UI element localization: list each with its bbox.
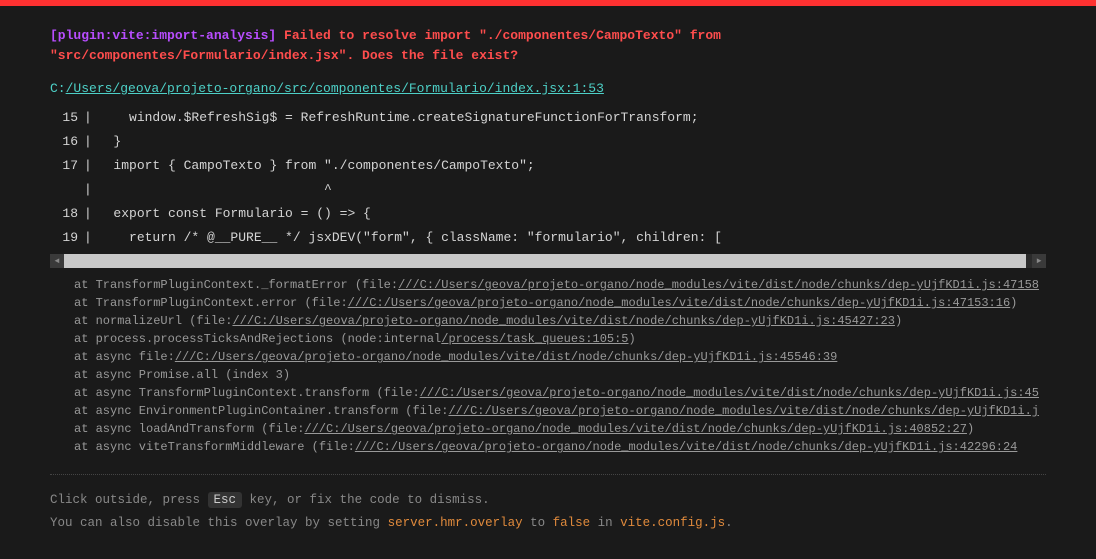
scroll-right-icon[interactable]: ► bbox=[1032, 254, 1046, 268]
stack-trace: at TransformPluginContext._formatError (… bbox=[50, 276, 1046, 456]
code-line: 18| export const Formulario = () => { bbox=[50, 202, 1046, 226]
code-line: 16| } bbox=[50, 130, 1046, 154]
scroll-left-icon[interactable]: ◄ bbox=[50, 254, 64, 268]
horizontal-scrollbar[interactable]: ◄ ► bbox=[50, 254, 1046, 268]
dismiss-hint: Click outside, press Esc key, or fix the… bbox=[50, 489, 1046, 512]
code-frame: 15| window.$RefreshSig$ = RefreshRuntime… bbox=[50, 106, 1046, 250]
error-content: [plugin:vite:import-analysis] Failed to … bbox=[0, 6, 1096, 559]
stack-link[interactable]: ///C:/Users/geova/projeto-organo/node_mo… bbox=[355, 440, 1018, 454]
stack-link[interactable]: ///C:/Users/geova/projeto-organo/node_mo… bbox=[304, 422, 967, 436]
code-line: 19| return /* @__PURE__ */ jsxDEV("form"… bbox=[50, 226, 1046, 250]
stack-link[interactable]: ///C:/Users/geova/projeto-organo/node_mo… bbox=[175, 350, 838, 364]
code-line: 17| import { CampoTexto } from "./compon… bbox=[50, 154, 1046, 178]
file-location: C:/Users/geova/projeto-organo/src/compon… bbox=[50, 81, 1046, 96]
file-path-link[interactable]: /Users/geova/projeto-organo/src/componen… bbox=[66, 81, 604, 96]
stack-link[interactable]: ///C:/Users/geova/projeto-organo/node_mo… bbox=[232, 314, 895, 328]
file-prefix: C: bbox=[50, 81, 66, 96]
stack-frame: at TransformPluginContext._formatError (… bbox=[74, 276, 1046, 294]
stack-frame: at async viteTransformMiddleware (file:/… bbox=[74, 438, 1046, 456]
stack-frame: at async TransformPluginContext.transfor… bbox=[74, 384, 1046, 402]
stack-frame: at async EnvironmentPluginContainer.tran… bbox=[74, 402, 1046, 420]
code-line-pointer: | ^ bbox=[50, 178, 1046, 202]
stack-frame: at normalizeUrl (file:///C:/Users/geova/… bbox=[74, 312, 1046, 330]
config-file: vite.config.js bbox=[620, 516, 725, 530]
code-line: 15| window.$RefreshSig$ = RefreshRuntime… bbox=[50, 106, 1046, 130]
scrollbar-thumb[interactable] bbox=[50, 254, 1026, 268]
stack-frame: at process.processTicksAndRejections (no… bbox=[74, 330, 1046, 348]
plugin-tag: [plugin:vite:import-analysis] bbox=[50, 28, 276, 43]
config-key: server.hmr.overlay bbox=[388, 516, 523, 530]
esc-key: Esc bbox=[208, 492, 243, 508]
stack-frame: at TransformPluginContext.error (file://… bbox=[74, 294, 1046, 312]
config-value: false bbox=[553, 516, 591, 530]
stack-frame: at async file:///C:/Users/geova/projeto-… bbox=[74, 348, 1046, 366]
vite-error-overlay: [plugin:vite:import-analysis] Failed to … bbox=[0, 0, 1096, 559]
dismiss-footer: Click outside, press Esc key, or fix the… bbox=[50, 474, 1046, 534]
stack-link[interactable]: ///C:/Users/geova/projeto-organo/node_mo… bbox=[420, 386, 1039, 400]
stack-frame: at async loadAndTransform (file:///C:/Us… bbox=[74, 420, 1046, 438]
stack-link[interactable]: ///C:/Users/geova/projeto-organo/node_mo… bbox=[348, 296, 1011, 310]
stack-link[interactable]: ///C:/Users/geova/projeto-organo/node_mo… bbox=[448, 404, 1039, 418]
error-header: [plugin:vite:import-analysis] Failed to … bbox=[50, 26, 1046, 65]
stack-link[interactable]: /process/task_queues:105:5 bbox=[441, 332, 628, 346]
error-message-1: Failed to resolve import "./componentes/… bbox=[276, 28, 721, 43]
error-message-2: "src/componentes/Formulario/index.jsx". … bbox=[50, 48, 518, 63]
stack-link[interactable]: ///C:/Users/geova/projeto-organo/node_mo… bbox=[398, 278, 1039, 292]
disable-hint: You can also disable this overlay by set… bbox=[50, 512, 1046, 535]
stack-frame: at async Promise.all (index 3) bbox=[74, 366, 1046, 384]
